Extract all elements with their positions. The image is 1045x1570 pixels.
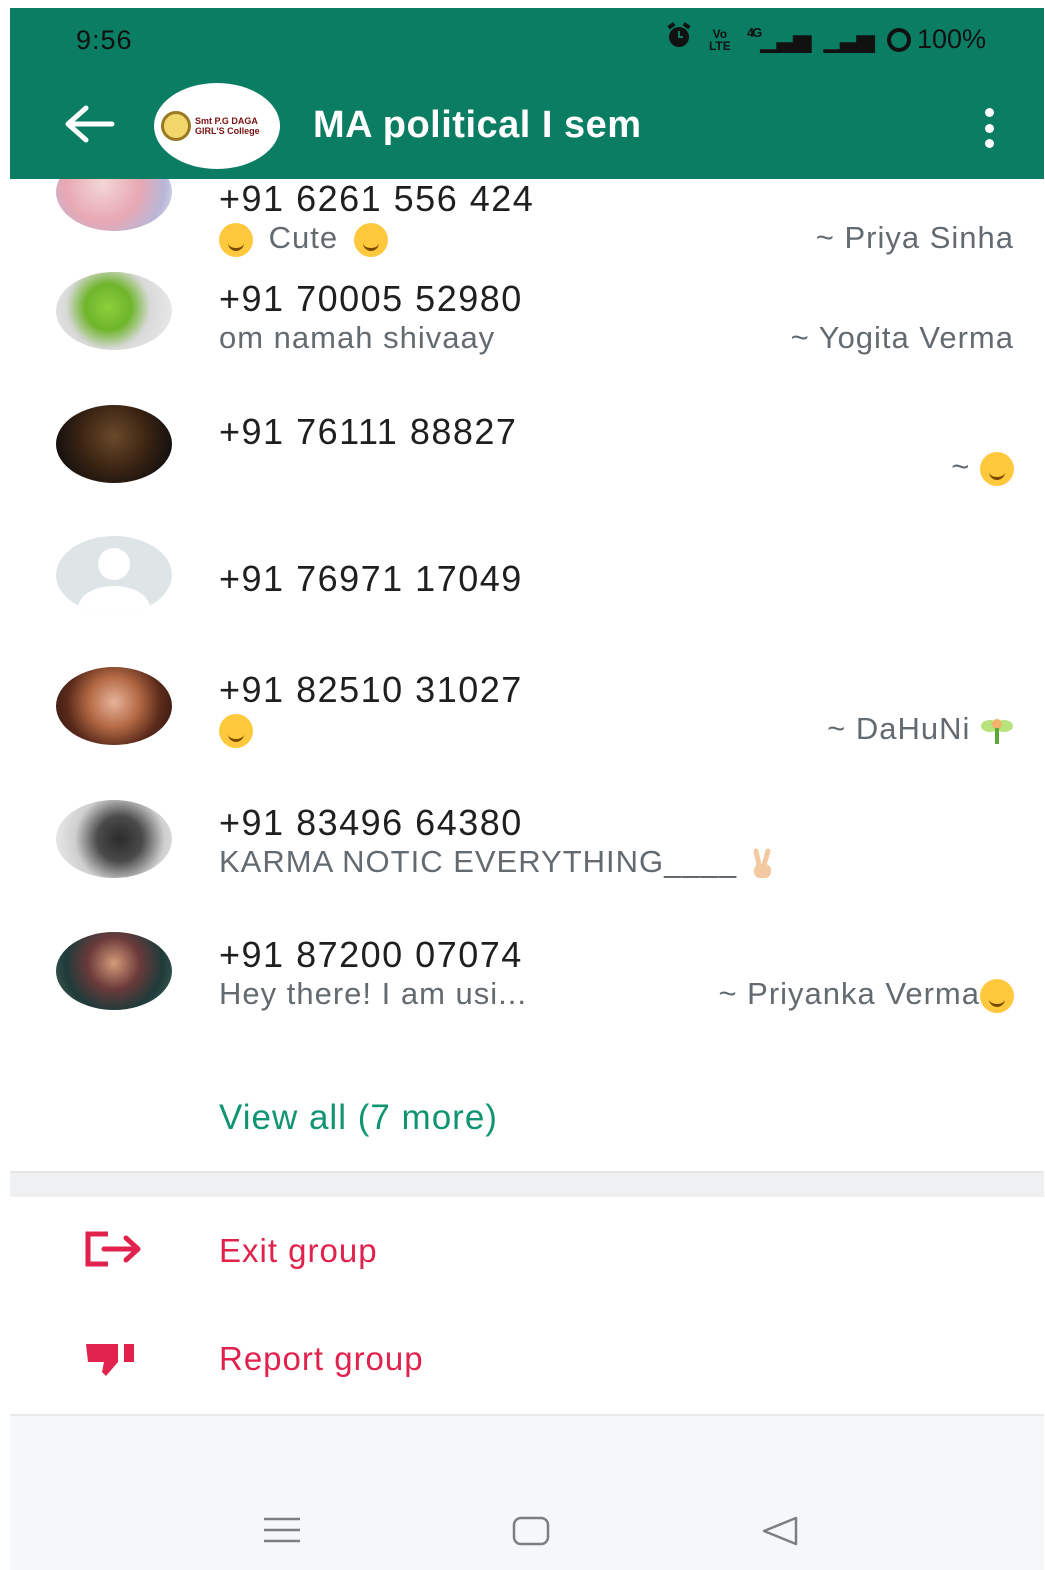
more-options-icon[interactable]: [982, 108, 996, 148]
participant-about: Cute: [219, 220, 388, 257]
app-bar: 9:56 Vo LTE 4G▁▃▅ ▁▃▅ 100% Smt P.G DAGA …: [10, 8, 1044, 179]
avatar: [56, 667, 172, 745]
status-bar: 9:56 Vo LTE 4G▁▃▅ ▁▃▅ 100%: [10, 8, 1044, 70]
volte-icon: Vo LTE: [708, 26, 731, 53]
group-title[interactable]: MA political I sem: [313, 104, 642, 147]
participant-name: ~ Priyanka Verma: [718, 976, 1014, 1013]
smiling-face-with-hearts-icon: [219, 222, 253, 257]
smiling-face-with-halo-icon: [219, 713, 253, 748]
group-logo-text: Smt P.G DAGA GIRL'S College: [195, 116, 260, 136]
participant-phone: +91 76971 17049: [219, 558, 523, 599]
thumbs-down-icon: [84, 1338, 144, 1378]
participant-about: om namah shivaay: [219, 320, 496, 355]
participant-phone: +91 82510 31027: [219, 669, 523, 710]
menu-icon[interactable]: [262, 1516, 302, 1549]
participant-name: ~ Yogita Verma: [790, 320, 1014, 355]
smiling-face-with-hearts-icon: [353, 222, 388, 257]
participant-row[interactable]: +91 82510 31027 ~ DaHuNi: [10, 667, 1044, 800]
view-all-participants-link[interactable]: View all (7 more): [219, 1098, 498, 1138]
participant-phone: +91 83496 64380: [219, 802, 523, 843]
status-icons: Vo LTE 4G▁▃▅ ▁▃▅ 100%: [665, 22, 986, 57]
participant-row[interactable]: +91 76111 88827 ~: [10, 401, 1044, 534]
participant-list: +91 6261 556 424 Cute ~ Priya Sinha +91 …: [10, 153, 1044, 1064]
participant-row[interactable]: +91 70005 52980 om namah shivaay ~ Yogit…: [10, 268, 1044, 401]
exit-group-label: Exit group: [219, 1232, 378, 1269]
participant-phone: +91 6261 556 424: [219, 178, 535, 219]
avatar: [56, 405, 172, 483]
avatar: [56, 536, 172, 614]
party-face-icon: [980, 451, 1014, 486]
participant-row[interactable]: +91 87200 07074 Hey there! I am usi... ~…: [10, 932, 1044, 1064]
exit-group-button[interactable]: Exit group: [10, 1208, 1044, 1298]
participant-row[interactable]: +91 83496 64380 KARMA NOTIC EVERYTHING__…: [10, 800, 1044, 932]
avatar: [56, 932, 172, 1010]
participant-about: KARMA NOTIC EVERYTHING____: [219, 844, 777, 881]
back-nav-icon[interactable]: [762, 1516, 798, 1551]
smiling-face-with-hearts-icon: [980, 978, 1014, 1013]
participant-about: [219, 711, 253, 748]
report-group-label: Report group: [219, 1340, 424, 1377]
participant-name: ~ DaHuNi: [827, 711, 1014, 748]
avatar: [56, 800, 172, 878]
report-group-button[interactable]: Report group: [10, 1318, 1044, 1408]
participant-phone: +91 87200 07074: [219, 934, 523, 975]
group-avatar[interactable]: Smt P.G DAGA GIRL'S College: [154, 83, 280, 169]
college-seal-icon: [161, 111, 191, 141]
participant-name: ~: [951, 449, 1014, 486]
battery-icon: [886, 27, 911, 52]
victory-hand-icon: [747, 847, 777, 881]
participant-name: ~ Priya Sinha: [815, 220, 1014, 255]
avatar: [56, 272, 172, 350]
screen: 9:56 Vo LTE 4G▁▃▅ ▁▃▅ 100% Smt P.G DAGA …: [10, 8, 1044, 1570]
fairy-icon: [980, 714, 1014, 748]
system-navigation-bar: [10, 1414, 1044, 1570]
battery-level: 100%: [916, 24, 986, 54]
section-divider: [10, 1171, 1044, 1197]
back-arrow-icon[interactable]: [64, 104, 116, 144]
exit-icon: [84, 1230, 144, 1270]
status-time: 9:56: [76, 25, 133, 55]
participant-phone: +91 76111 88827: [219, 411, 518, 452]
participant-about: Hey there! I am usi...: [219, 976, 527, 1011]
signal-icon: ▁▃▅: [823, 26, 875, 53]
participant-phone: +91 70005 52980: [219, 278, 523, 319]
home-icon[interactable]: [512, 1516, 550, 1551]
participant-row[interactable]: +91 76971 17049: [10, 534, 1044, 667]
alarm-icon: [665, 22, 693, 57]
signal-4g-icon: 4G▁▃▅: [746, 25, 812, 53]
